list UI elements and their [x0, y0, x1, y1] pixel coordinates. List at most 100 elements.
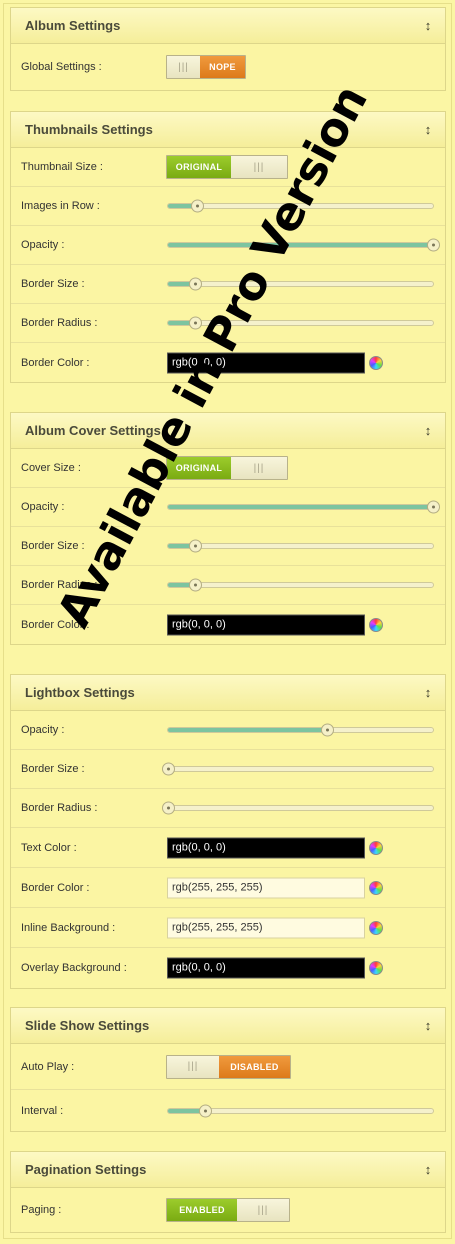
setting-row: Border Radius : — [11, 304, 445, 343]
panel-title: Thumbnails Settings — [25, 122, 153, 137]
paging-switch[interactable]: ENABLED ||| — [166, 1198, 290, 1222]
color-picker-icon[interactable] — [369, 355, 383, 370]
auto-play-switch[interactable]: ||| DISABLED — [166, 1054, 291, 1079]
text-color-label: Text Color : — [21, 841, 77, 854]
images-in-row-slider[interactable] — [167, 199, 434, 213]
border-size-slider[interactable] — [167, 277, 434, 291]
slider-handle[interactable] — [162, 762, 175, 776]
slider-handle[interactable] — [188, 539, 202, 553]
overlay-background-input[interactable]: rgb(0, 0, 0) — [167, 957, 365, 979]
slider-handle[interactable] — [188, 316, 202, 330]
panel-header[interactable]: Slide Show Settings ↕ — [11, 1008, 445, 1044]
color-picker-icon[interactable] — [369, 920, 383, 935]
interval-slider[interactable] — [167, 1104, 434, 1117]
global-settings-switch[interactable]: ||| NOPE — [166, 55, 246, 79]
slider-handle[interactable] — [188, 578, 202, 592]
border-size-slider[interactable] — [167, 539, 434, 553]
switch-state[interactable]: ORIGINAL — [167, 457, 231, 479]
setting-row: Inline Background : rgb(255, 255, 255) — [11, 908, 445, 948]
opacity-label: Opacity : — [21, 239, 65, 251]
setting-row: Thumbnail Size : ORIGINAL ||| — [11, 148, 445, 187]
panel-title: Album Cover Settings — [25, 423, 161, 438]
setting-row: Border Radius : — [11, 566, 445, 605]
opacity-slider[interactable] — [167, 238, 440, 252]
slider-fill — [168, 728, 327, 732]
switch-knob[interactable]: ||| — [231, 457, 287, 479]
setting-row: Auto Play : ||| DISABLED — [11, 1044, 445, 1090]
panel-title: Lightbox Settings — [25, 685, 135, 700]
cover-size-label: Cover Size : — [21, 462, 81, 474]
color-picker-icon[interactable] — [369, 617, 383, 632]
panel-header[interactable]: Lightbox Settings ↕ — [11, 675, 445, 711]
setting-row: Paging : ENABLED ||| — [11, 1188, 445, 1232]
border-radius-slider[interactable] — [167, 578, 434, 592]
panel-header[interactable]: Album Settings ↕ — [11, 8, 445, 44]
paging-label: Paging : — [21, 1204, 62, 1216]
panel-title: Album Settings — [25, 18, 121, 33]
collapse-toggle-icon[interactable]: ↕ — [423, 685, 433, 700]
slider-handle[interactable] — [191, 199, 205, 213]
setting-row: Border Color : rgb(0, 0, 0) — [11, 605, 445, 644]
slider-handle[interactable] — [321, 723, 334, 737]
setting-row: Cover Size : ORIGINAL ||| — [11, 449, 445, 488]
switch-knob[interactable]: ||| — [237, 1199, 289, 1221]
border-size-label: Border Size : — [21, 278, 85, 290]
thumbnail-size-switch[interactable]: ORIGINAL ||| — [166, 155, 288, 179]
setting-row: Border Size : — [11, 750, 445, 789]
setting-row: Border Color : rgb(255, 255, 255) — [11, 868, 445, 908]
border-size-slider[interactable] — [162, 762, 434, 776]
collapse-toggle-icon[interactable]: ↕ — [423, 122, 433, 137]
slider-handle[interactable] — [199, 1104, 213, 1117]
slide-show-settings-panel: Slide Show Settings ↕ Auto Play : ||| DI… — [10, 1007, 446, 1132]
slider-handle[interactable] — [162, 801, 175, 815]
switch-state[interactable]: ENABLED — [167, 1199, 237, 1221]
slider-handle[interactable] — [188, 277, 202, 291]
cover-size-switch[interactable]: ORIGINAL ||| — [166, 456, 288, 480]
switch-knob[interactable]: ||| — [167, 1055, 219, 1078]
overlay-background-label: Overlay Background : — [21, 962, 127, 974]
slider-handle[interactable] — [427, 500, 440, 514]
switch-state[interactable]: NOPE — [200, 56, 245, 78]
switch-knob[interactable]: ||| — [167, 56, 200, 78]
border-radius-label: Border Radius : — [21, 579, 98, 591]
setting-row: Border Color : rgb(0, 0, 0) — [11, 343, 445, 382]
collapse-toggle-icon[interactable]: ↕ — [423, 1162, 433, 1177]
setting-row: Overlay Background : rgb(0, 0, 0) — [11, 948, 445, 988]
panel-header[interactable]: Pagination Settings ↕ — [11, 1152, 445, 1188]
collapse-toggle-icon[interactable]: ↕ — [423, 18, 433, 33]
panel-header[interactable]: Thumbnails Settings ↕ — [11, 112, 445, 148]
border-color-input[interactable]: rgb(0, 0, 0) — [167, 352, 365, 373]
color-picker-icon[interactable] — [369, 961, 383, 975]
setting-row: Border Radius : — [11, 789, 445, 828]
panel-title: Slide Show Settings — [25, 1018, 150, 1033]
setting-row: Images in Row : — [11, 187, 445, 226]
border-radius-slider[interactable] — [162, 801, 434, 815]
border-radius-label: Border Radius : — [21, 802, 98, 814]
collapse-toggle-icon[interactable]: ↕ — [423, 423, 433, 438]
collapse-toggle-icon[interactable]: ↕ — [423, 1018, 433, 1033]
switch-state[interactable]: DISABLED — [219, 1055, 290, 1078]
panel-title: Pagination Settings — [25, 1162, 147, 1177]
pagination-settings-panel: Pagination Settings ↕ Paging : ENABLED |… — [10, 1151, 446, 1233]
border-radius-label: Border Radius : — [21, 317, 98, 329]
opacity-slider[interactable] — [167, 723, 434, 737]
interval-label: Interval : — [21, 1104, 64, 1117]
inline-background-input[interactable]: rgb(255, 255, 255) — [167, 917, 365, 938]
switch-knob[interactable]: ||| — [231, 156, 287, 178]
opacity-slider[interactable] — [167, 500, 440, 514]
lightbox-settings-panel: Lightbox Settings ↕ Opacity : Border Siz… — [10, 674, 446, 989]
border-radius-slider[interactable] — [167, 316, 434, 330]
border-color-label: Border Color : — [21, 881, 90, 894]
border-color-label: Border Color : — [21, 356, 90, 369]
text-color-input[interactable]: rgb(0, 0, 0) — [167, 837, 365, 858]
slider-handle[interactable] — [427, 238, 440, 252]
panel-header[interactable]: Album Cover Settings ↕ — [11, 413, 445, 449]
color-picker-icon[interactable] — [369, 880, 383, 895]
setting-row: Text Color : rgb(0, 0, 0) — [11, 828, 445, 868]
border-color-input[interactable]: rgb(255, 255, 255) — [167, 877, 365, 898]
switch-state[interactable]: ORIGINAL — [167, 156, 231, 178]
color-picker-icon[interactable] — [369, 840, 383, 855]
thumbnails-settings-panel: Thumbnails Settings ↕ Thumbnail Size : O… — [10, 111, 446, 383]
album-cover-settings-panel: Album Cover Settings ↕ Cover Size : ORIG… — [10, 412, 446, 645]
border-color-input[interactable]: rgb(0, 0, 0) — [167, 614, 365, 635]
